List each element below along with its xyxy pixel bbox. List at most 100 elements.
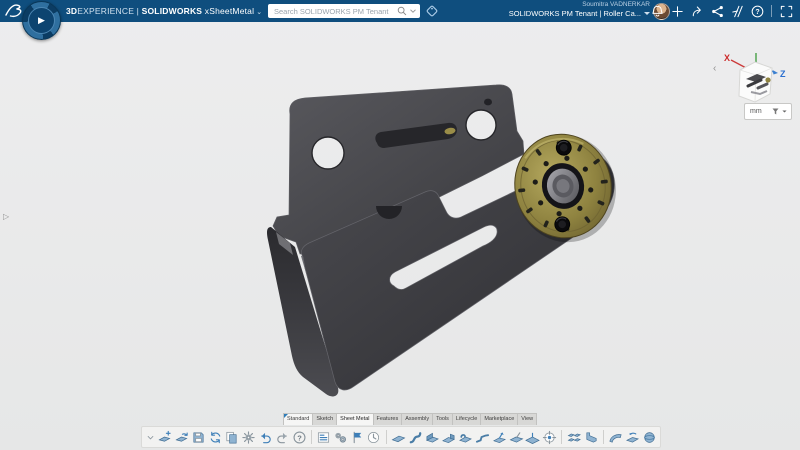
gears-icon	[333, 430, 348, 445]
view-cube[interactable]: X Z	[712, 48, 796, 106]
tag-icon	[425, 4, 439, 18]
hem-button[interactable]	[458, 428, 474, 446]
help-button[interactable]: ?	[291, 428, 307, 446]
tab-standard[interactable]: Standard	[283, 413, 313, 425]
save-button[interactable]	[191, 428, 207, 446]
options-button[interactable]	[241, 428, 257, 446]
sheet-icon	[391, 430, 406, 445]
axis-z-arrow	[773, 70, 779, 75]
toolbar-separator	[603, 430, 604, 444]
copy-icon	[224, 430, 239, 445]
3dexperience-compass[interactable]: ▶	[22, 1, 61, 40]
flag-icon	[350, 430, 365, 445]
list-icon	[316, 430, 331, 445]
solidworks-3dexperience-window: 3DEXPERIENCE | SOLIDWORKS xSheetMetal⌄ S…	[0, 0, 800, 450]
bookmark-button[interactable]	[349, 428, 365, 446]
user-block[interactable]: Soumitra VADNERKAR SOLIDWORKS PM Tenant …	[509, 1, 650, 19]
selection-button[interactable]	[333, 428, 349, 446]
help-icon: ?	[292, 430, 307, 445]
base-flange-button[interactable]	[391, 428, 407, 446]
top-actions-divider	[771, 5, 772, 17]
actionbar-tabs: StandardSketchSheet MetalFeaturesAssembl…	[283, 413, 536, 425]
flange-right-icon	[441, 430, 456, 445]
swept-flange-button[interactable]	[608, 428, 624, 446]
recognize-bends-button[interactable]	[641, 428, 657, 446]
brand-solidworks: SOLIDWORKS	[142, 6, 203, 16]
open-content-button[interactable]	[174, 428, 190, 446]
app-name[interactable]: xSheetMetal	[205, 6, 254, 16]
community-icon[interactable]	[709, 3, 725, 19]
part-open-icon	[174, 430, 189, 445]
tab-lifecycle[interactable]: Lifecycle	[452, 413, 481, 425]
tab-features[interactable]: Features	[373, 413, 403, 425]
sweep-icon	[608, 430, 623, 445]
viewcube-collapse-icon[interactable]: ‹	[713, 64, 716, 74]
help-icon[interactable]: ?	[749, 3, 765, 19]
share-icon[interactable]	[689, 3, 705, 19]
redo-button[interactable]	[274, 428, 290, 446]
redo-icon	[275, 430, 290, 445]
tab-sheet-metal[interactable]: Sheet Metal	[336, 413, 373, 425]
brand-3d: 3D	[66, 6, 77, 16]
s-flange-icon	[408, 430, 423, 445]
normal-cut-button[interactable]	[542, 428, 558, 446]
sphere-icon	[642, 430, 657, 445]
tab-sketch[interactable]: Sketch	[312, 413, 337, 425]
design-manager-button[interactable]	[316, 428, 332, 446]
flange-up-icon	[425, 430, 440, 445]
edge-flange-button[interactable]	[424, 428, 440, 446]
search-scope-chevron-icon[interactable]	[408, 6, 418, 16]
pinned-tab-marker	[284, 414, 288, 418]
units-value: mm	[745, 108, 771, 115]
add-icon[interactable]	[669, 3, 685, 19]
units-dropdown[interactable]: mm	[744, 103, 792, 120]
toolbar-separator	[311, 430, 312, 444]
toolbar-separator	[561, 430, 562, 444]
toolbar-separator	[386, 430, 387, 444]
convert-to-sheet-metal-button[interactable]	[625, 428, 641, 446]
compass-play-icon[interactable]: ▶	[28, 7, 55, 34]
tab-tools[interactable]: Tools	[432, 413, 453, 425]
new-content-button[interactable]	[157, 428, 173, 446]
sketched-bend-button[interactable]	[408, 428, 424, 446]
more-commands-button[interactable]	[145, 428, 156, 446]
fold-button[interactable]	[491, 428, 507, 446]
flatten-icon	[525, 430, 540, 445]
3ds-logo-icon[interactable]	[4, 2, 22, 19]
swym-icon[interactable]	[729, 3, 745, 19]
jog-button[interactable]	[475, 428, 491, 446]
top-action-icons: ?	[649, 3, 794, 19]
convert-icon	[625, 430, 640, 445]
3d-viewport[interactable]	[0, 0, 800, 450]
update-button[interactable]	[207, 428, 223, 446]
search-icon[interactable]	[396, 5, 408, 17]
units-chevron-down-icon	[781, 108, 788, 115]
linear-pattern-button[interactable]	[566, 428, 582, 446]
copy-paste-button[interactable]	[224, 428, 240, 446]
corner-icon	[584, 430, 599, 445]
panel-expander-icon[interactable]: ▷	[3, 212, 9, 221]
search-bar[interactable]	[268, 4, 420, 18]
closed-corner-button[interactable]	[583, 428, 599, 446]
save-icon	[191, 430, 206, 445]
flat-pattern-button[interactable]	[525, 428, 541, 446]
brand-divider: |	[137, 6, 139, 16]
tag-button[interactable]	[424, 3, 440, 19]
brand-experience: EXPERIENCE	[77, 6, 134, 16]
history-button[interactable]	[366, 428, 382, 446]
undo-icon	[258, 430, 273, 445]
app-chevron-down-icon[interactable]: ⌄	[256, 9, 262, 16]
pattern-icon	[567, 430, 582, 445]
miter-flange-button[interactable]	[441, 428, 457, 446]
tab-marketplace[interactable]: Marketplace	[480, 413, 518, 425]
tab-assembly[interactable]: Assembly	[401, 413, 433, 425]
fullscreen-icon[interactable]	[778, 3, 794, 19]
notifications-icon[interactable]	[649, 3, 665, 19]
tenant-selector[interactable]: SOLIDWORKS PM Tenant | Roller Ca...	[509, 9, 641, 18]
tab-view[interactable]: View	[517, 413, 537, 425]
undo-button[interactable]	[258, 428, 274, 446]
filter-icon	[771, 107, 780, 116]
search-input[interactable]	[270, 7, 396, 16]
unfold-button[interactable]	[508, 428, 524, 446]
model-small-hole[interactable]	[484, 99, 492, 106]
